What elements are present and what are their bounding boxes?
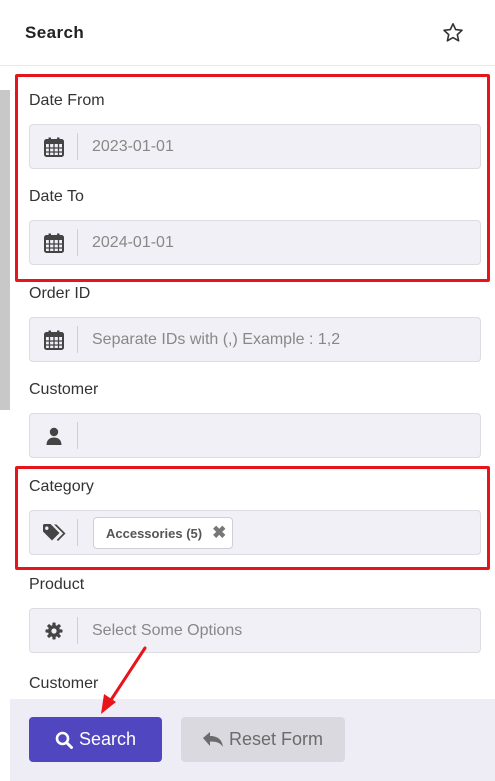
field-separator — [77, 326, 78, 353]
product-label: Product — [29, 576, 85, 593]
search-button-label: Search — [78, 729, 137, 749]
order-id-field[interactable]: Separate IDs with (,) Example : 1,2 — [29, 317, 481, 362]
customer-field[interactable] — [29, 413, 481, 458]
user-icon — [30, 414, 77, 457]
star-icon[interactable] — [441, 21, 465, 45]
search-icon — [55, 731, 73, 749]
panel-header: Search — [0, 0, 495, 66]
field-separator — [77, 617, 78, 644]
order-id-label: Order ID — [29, 285, 91, 302]
gear-icon — [30, 609, 77, 652]
reset-form-button[interactable]: Reset Form — [181, 717, 345, 762]
customer-label: Customer — [29, 381, 99, 398]
product-field[interactable]: Select Some Options — [29, 608, 481, 653]
order-id-input[interactable]: Separate IDs with (,) Example : 1,2 — [92, 318, 340, 361]
scrollbar[interactable] — [0, 90, 10, 410]
field-separator — [77, 422, 78, 449]
customer-label-2: Customer — [29, 675, 99, 692]
date-range-highlight — [15, 74, 490, 282]
search-button[interactable]: Search — [29, 717, 162, 762]
panel-title: Search — [25, 23, 85, 42]
product-input[interactable]: Select Some Options — [92, 609, 242, 652]
undo-icon — [202, 731, 223, 747]
category-highlight — [15, 466, 490, 570]
calendar-icon — [30, 318, 77, 361]
reset-button-label: Reset Form — [228, 729, 324, 749]
